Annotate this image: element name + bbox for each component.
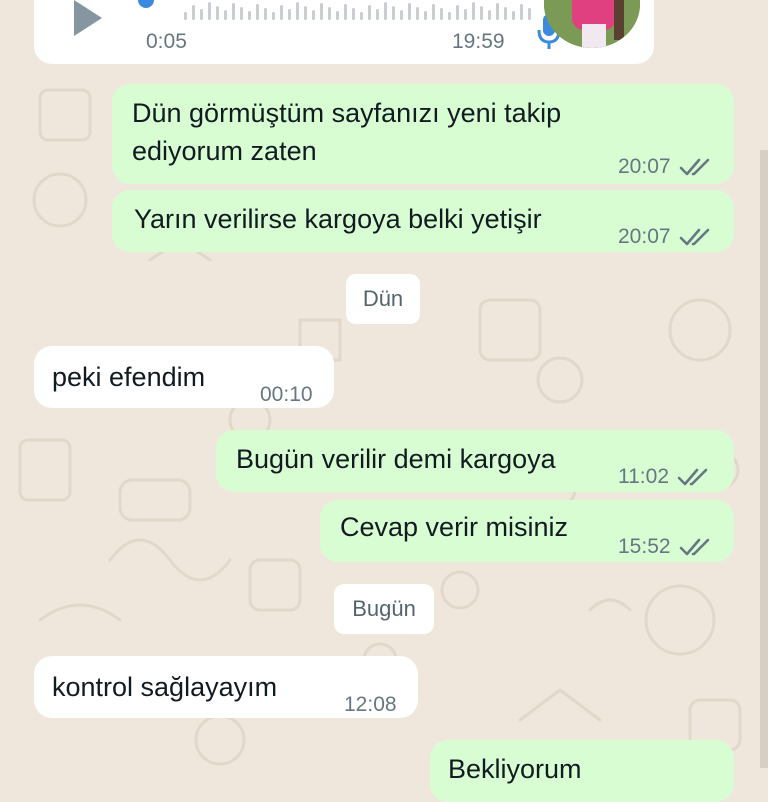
waveform-bar xyxy=(448,12,451,20)
waveform-bar xyxy=(424,11,427,20)
waveform-bar xyxy=(240,7,243,20)
waveform-bar xyxy=(208,2,211,20)
waveform-bar xyxy=(312,10,315,20)
waveform-bar xyxy=(304,6,307,20)
message-meta: 00:10 xyxy=(260,376,313,414)
message-text: Cevap verir misiniz xyxy=(340,512,569,542)
waveform-bar xyxy=(408,3,411,20)
waveform-bar xyxy=(416,7,419,20)
waveform-bar xyxy=(272,12,275,20)
message-bubble-outgoing[interactable]: Bugün verilir demi kargoya 11:02 xyxy=(216,430,734,492)
waveform-bar xyxy=(512,11,515,20)
voice-message-bubble[interactable]: 0:05 19:59 xyxy=(34,0,654,64)
message-text: ediyorum zaten xyxy=(132,136,317,166)
scrollbar[interactable] xyxy=(760,150,768,768)
waveform-bar xyxy=(280,5,283,20)
message-text: Bekliyorum xyxy=(448,754,582,784)
message-text: peki efendim xyxy=(52,362,206,392)
voice-waveform[interactable] xyxy=(184,0,534,20)
waveform-bar xyxy=(320,3,323,20)
message-meta: 20:07 xyxy=(618,148,713,186)
waveform-bar xyxy=(504,7,507,20)
waveform-bar xyxy=(400,10,403,20)
waveform-bar xyxy=(472,2,475,20)
message-meta: 11:02 xyxy=(618,458,711,496)
waveform-bar xyxy=(520,4,523,20)
date-separator: Dün xyxy=(346,274,420,324)
voice-duration: 0:05 xyxy=(146,30,187,53)
waveform-bar xyxy=(200,9,203,20)
message-text: kontrol sağlayayım xyxy=(52,672,278,702)
message-bubble-incoming[interactable]: kontrol sağlayayım 12:08 xyxy=(34,656,418,718)
read-receipt-icon xyxy=(679,156,713,178)
waveform-bar xyxy=(480,6,483,20)
waveform-bar xyxy=(184,12,187,20)
waveform-bar xyxy=(496,3,499,20)
waveform-bar xyxy=(192,5,195,20)
play-icon[interactable] xyxy=(74,0,102,36)
message-bubble-outgoing[interactable]: Yarın verilirse kargoya belki yetişir 20… xyxy=(112,190,734,252)
message-time: 11:02 xyxy=(618,465,669,488)
waveform-bar xyxy=(336,11,339,20)
read-receipt-icon xyxy=(677,466,711,488)
message-text: Bugün verilir demi kargoya xyxy=(236,444,556,474)
message-bubble-outgoing[interactable]: Bekliyorum xyxy=(430,740,734,802)
waveform-bar xyxy=(384,2,387,20)
waveform-bar xyxy=(224,10,227,20)
message-time: 12:08 xyxy=(344,693,397,716)
message-time: 15:52 xyxy=(618,535,671,558)
waveform-bar xyxy=(432,4,435,20)
waveform-bar xyxy=(256,4,259,20)
message-bubble-outgoing[interactable]: Cevap verir misiniz 15:52 xyxy=(320,500,734,562)
waveform-bar xyxy=(392,6,395,20)
message-time: 00:10 xyxy=(260,383,313,406)
waveform-bar xyxy=(328,7,331,20)
message-text: Yarın verilirse kargoya belki yetişir xyxy=(134,204,542,234)
waveform-bar xyxy=(488,10,491,20)
message-time: 20:07 xyxy=(618,155,671,178)
message-meta: 12:08 xyxy=(344,686,397,724)
message-meta: 15:52 xyxy=(618,528,713,566)
message-bubble-incoming[interactable]: peki efendim 00:10 xyxy=(34,346,334,408)
read-receipt-icon xyxy=(679,226,713,248)
waveform-bar xyxy=(296,2,299,20)
waveform-bar xyxy=(248,11,251,20)
voice-time: 19:59 xyxy=(452,30,505,53)
message-bubble-outgoing[interactable]: Dün görmüştüm sayfanızı yeni takip ediyo… xyxy=(112,84,734,184)
date-separator: Bugün xyxy=(334,584,434,634)
message-time: 20:07 xyxy=(618,225,671,248)
voice-progress-handle[interactable] xyxy=(138,0,154,8)
waveform-bar xyxy=(264,8,267,20)
waveform-bar xyxy=(344,4,347,20)
waveform-bar xyxy=(352,8,355,20)
waveform-bar xyxy=(440,8,443,20)
waveform-bar xyxy=(528,8,531,20)
waveform-bar xyxy=(464,9,467,20)
waveform-bar xyxy=(288,9,291,20)
waveform-bar xyxy=(216,6,219,20)
read-receipt-icon xyxy=(679,536,713,558)
message-text: Dün görmüştüm sayfanızı yeni takip xyxy=(132,98,562,128)
waveform-bar xyxy=(232,3,235,20)
waveform-bar xyxy=(456,5,459,20)
waveform-bar xyxy=(368,5,371,20)
waveform-bar xyxy=(376,9,379,20)
message-meta: 20:07 xyxy=(618,218,713,256)
waveform-bar xyxy=(360,12,363,20)
